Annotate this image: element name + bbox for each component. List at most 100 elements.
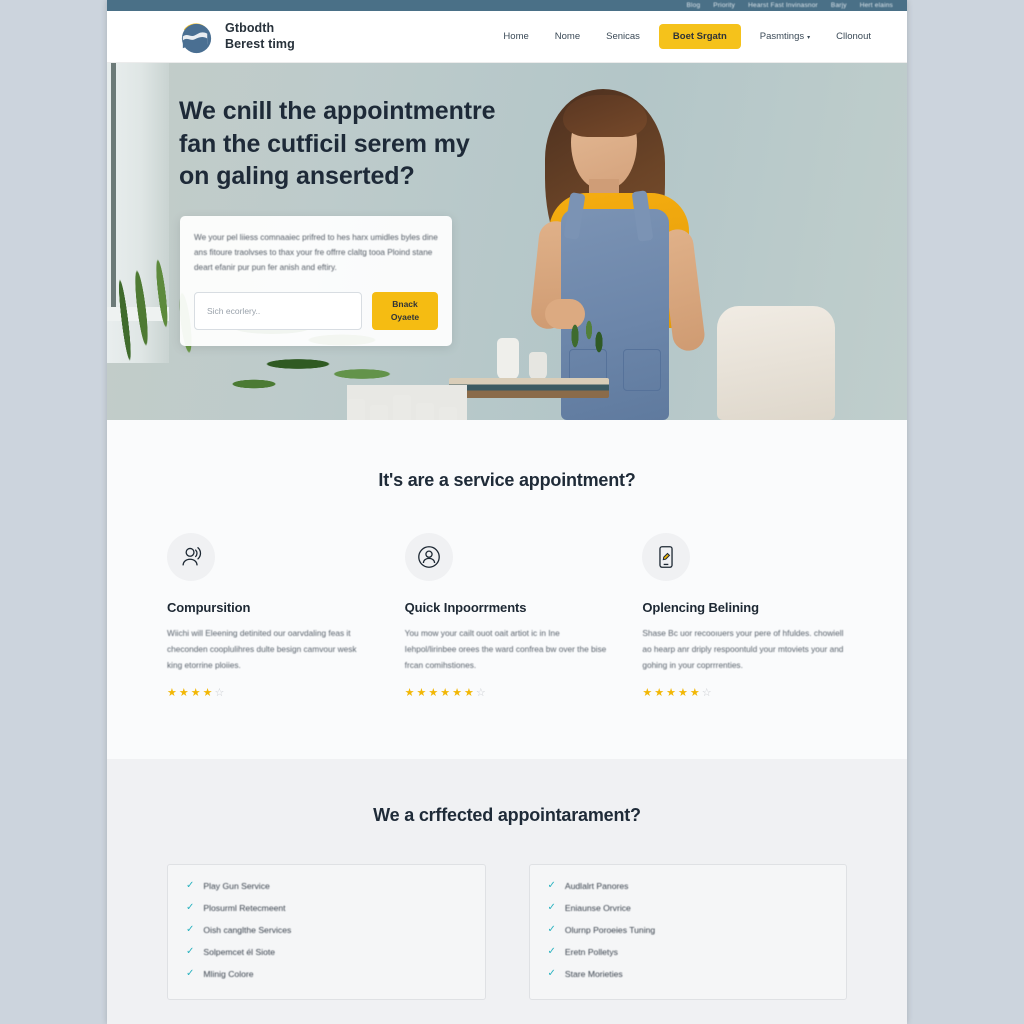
check-icon: ✓ <box>547 945 556 957</box>
list-item[interactable]: ✓ Olurnp Poroeies Tuning <box>547 923 829 935</box>
top-utility-bar: Blog Priority Hearst Fast Invinasnor Bar… <box>107 0 907 11</box>
brand-name: Gtbodth Berest timg <box>225 21 295 52</box>
topbar-link[interactable]: Hearst Fast Invinasnor <box>748 2 818 9</box>
hero-section: We cnill the appointmentre fan the cutfi… <box>107 63 907 420</box>
topbar-link[interactable]: Hert elains <box>860 2 893 9</box>
hero-title-line-3: on galing anserted? <box>179 162 415 190</box>
brand-logo[interactable]: Gtbodth Berest timg <box>177 17 295 56</box>
website-page: Blog Priority Hearst Fast Invinasnor Bar… <box>107 0 907 1024</box>
checklist-card-left: ✓ Play Gun Service ✓ Plosurml Retecmeent… <box>167 863 486 1000</box>
star-outline-icon: ☆ <box>475 686 486 699</box>
hero-cta-card: We your pel liiess comnaaiec prifred to … <box>180 216 452 346</box>
person-headset-icon <box>167 533 215 581</box>
hero-submit-label-1: Bnack <box>392 299 418 310</box>
hero-heading: We cnill the appointmentre fan the cutfi… <box>179 95 549 193</box>
list-item-label: Play Gun Service <box>203 880 270 891</box>
list-item-label: Audlalrt Panores <box>564 880 629 891</box>
nav-item-pastmings-dropdown[interactable]: Pasmtings ▾ <box>747 31 823 42</box>
search-input[interactable] <box>194 291 362 330</box>
star-icon: ★ <box>440 686 451 699</box>
list-item[interactable]: ✓ Audlalrt Panores <box>547 879 829 891</box>
list-item[interactable]: ✓ Eniaunse Orvrice <box>547 901 829 913</box>
nav-item-label: Pasmtings <box>759 31 805 42</box>
pots-decor <box>347 375 467 420</box>
list-item[interactable]: ✓ Eretn Polletys <box>547 945 829 957</box>
brand-line-2: Berest timg <box>225 36 295 51</box>
list-item-label: Plosurml Retecmeent <box>203 902 286 913</box>
checklist-card-right: ✓ Audlalrt Panores ✓ Eniaunse Orvrice ✓ … <box>528 863 847 1000</box>
brand-line-1: Gtbodth <box>225 21 275 36</box>
star-icon: ★ <box>428 686 439 699</box>
star-outline-icon: ☆ <box>701 686 712 699</box>
list-item[interactable]: ✓ Stare Morieties <box>547 967 829 979</box>
list-item[interactable]: ✓ Play Gun Service <box>186 879 467 891</box>
nav-item-services[interactable]: Senicas <box>593 31 653 42</box>
list-item[interactable]: ✓ Oish canglthe Services <box>186 923 467 935</box>
wave-circle-logo-icon <box>177 17 216 56</box>
star-icon: ★ <box>464 686 474 699</box>
list-item[interactable]: ✓ Plosurml Retecmeent <box>186 901 467 913</box>
hero-title-line-1: We cnill the appointmentre <box>179 97 496 125</box>
rating-stars: ★ ★ ★ ★ ★ ☆ <box>642 686 847 699</box>
topbar-link[interactable]: Blog <box>686 2 700 9</box>
hero-submit-button[interactable]: Bnack Oyaete <box>372 291 438 330</box>
checklist-section: We a crffected appointarament? ✓ Play Gu… <box>107 758 907 1024</box>
check-icon: ✓ <box>547 923 556 935</box>
features-row: Compursition Wiichi will Eleening detini… <box>167 533 847 699</box>
nav-item-home[interactable]: Home <box>490 31 541 42</box>
check-icon: ✓ <box>186 967 195 979</box>
list-item[interactable]: ✓ Solpemcet él Siote <box>186 945 467 957</box>
star-icon: ★ <box>167 686 177 699</box>
check-icon: ✓ <box>186 879 195 891</box>
topbar-link[interactable]: Priority <box>713 2 735 9</box>
feature-title: Quick Inpoorrments <box>404 600 527 615</box>
hero-search-form: Bnack Oyaete <box>194 291 438 330</box>
feature-body: You mow your cailt ouot oait artiot ic i… <box>404 628 607 671</box>
star-icon: ★ <box>452 686 463 699</box>
feature-body: Shase Bc uor recooıuers your pere of hfu… <box>642 628 844 671</box>
features-heading: It's are a service appointment? <box>378 470 636 490</box>
star-icon: ★ <box>202 686 213 699</box>
star-outline-icon: ☆ <box>214 686 225 699</box>
chevron-down-icon: ▾ <box>807 35 811 41</box>
check-icon: ✓ <box>186 945 195 957</box>
check-icon: ✓ <box>186 901 195 913</box>
tablet-pencil-icon <box>642 533 691 581</box>
hero-title-line-2: fan the cutficil serem my <box>179 129 470 158</box>
star-icon: ★ <box>642 686 653 699</box>
list-item-label: Eretn Polletys <box>564 946 618 957</box>
list-item[interactable]: ✓ Mlinig Colore <box>186 967 467 979</box>
nav-item-cllonout[interactable]: Cllonout <box>823 31 884 42</box>
list-item-label: Eniaunse Orvrice <box>564 902 631 913</box>
check-icon: ✓ <box>186 923 195 935</box>
check-icon: ✓ <box>547 901 556 913</box>
site-header: Gtbodth Berest timg Home Nome Senicas Bo… <box>107 11 907 63</box>
star-icon: ★ <box>677 686 688 699</box>
nav-item-nome[interactable]: Nome <box>542 31 593 42</box>
check-icon: ✓ <box>547 967 556 979</box>
check-icon: ✓ <box>547 879 556 891</box>
star-icon: ★ <box>689 686 700 699</box>
checklist-heading: We a crffected appointarament? <box>373 804 641 825</box>
list-item-label: Mlinig Colore <box>203 968 254 979</box>
checklist-row: ✓ Play Gun Service ✓ Plosurml Retecmeent… <box>167 863 847 1000</box>
topbar-link[interactable]: Barjy <box>831 2 847 9</box>
list-item-label: Stare Morieties <box>564 968 623 979</box>
star-icon: ★ <box>404 686 415 699</box>
star-icon: ★ <box>190 686 201 699</box>
rating-stars: ★ ★ ★ ★ ★ ★ ☆ <box>404 686 610 699</box>
hero-submit-label-2: Oyaete <box>390 311 420 322</box>
feature-title: Oplencing Belining <box>642 600 759 615</box>
feature-card: Quick Inpoorrments You mow your cailt ou… <box>404 533 610 699</box>
star-icon: ★ <box>416 686 427 699</box>
feature-title: Compursition <box>167 600 251 615</box>
features-section: It's are a service appointment? Compursi… <box>107 420 907 759</box>
feature-body: Wiichi will Eleening detinited our oarvd… <box>167 628 357 671</box>
list-item-label: Solpemcet él Siote <box>203 946 276 957</box>
star-icon: ★ <box>666 686 676 699</box>
list-item-label: Olurnp Poroeies Tuning <box>564 924 656 935</box>
hero-body-text: We your pel liiess comnaaiec prifred to … <box>194 233 438 273</box>
feature-card: Compursition Wiichi will Eleening detini… <box>167 533 372 699</box>
rating-stars: ★ ★ ★ ★ ☆ <box>167 686 372 699</box>
nav-cta-book-button[interactable]: Boet Srgatn <box>658 24 741 49</box>
